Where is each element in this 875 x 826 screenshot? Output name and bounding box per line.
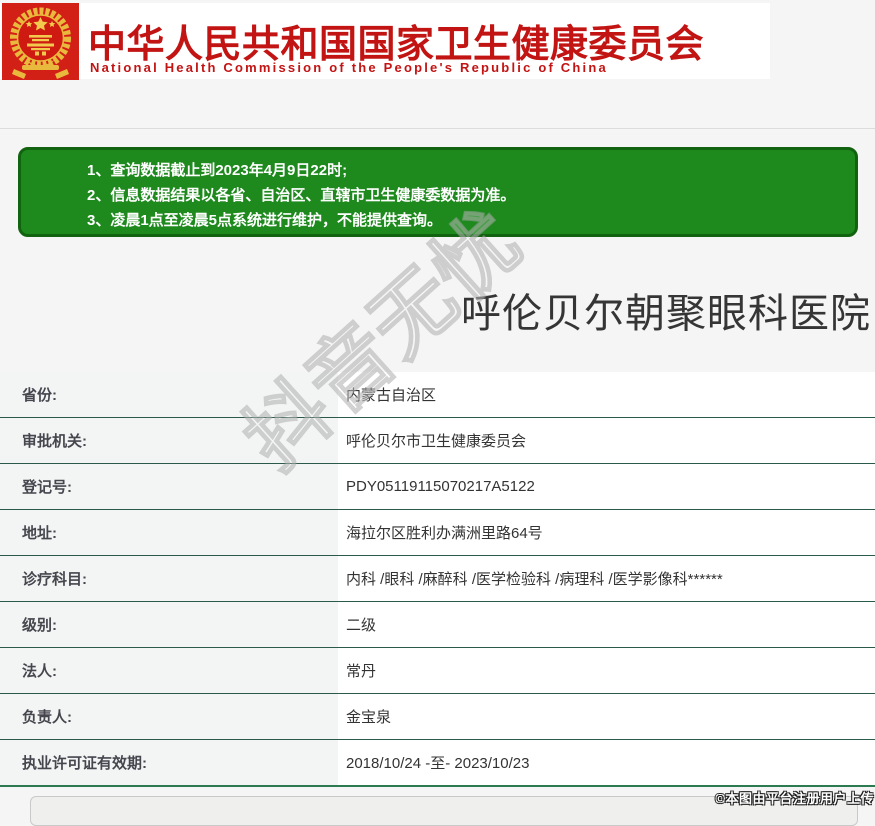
field-value: 内蒙古自治区: [338, 372, 875, 417]
field-label: 级别:: [0, 602, 338, 647]
field-label: 诊疗科目:: [0, 556, 338, 601]
table-row-treatment-subjects: 诊疗科目: 内科 /眼科 /麻醉科 /医学检验科 /病理科 /医学影像科****…: [0, 556, 875, 602]
field-value: 2018/10/24 -至- 2023/10/23: [338, 740, 875, 785]
table-row-person-in-charge: 负责人: 金宝泉: [0, 694, 875, 740]
notice-box: 1、查询数据截止到2023年4月9日22时; 2、信息数据结果以各省、自治区、直…: [18, 147, 858, 237]
field-label: 省份:: [0, 372, 338, 417]
field-label: 地址:: [0, 510, 338, 555]
field-value: 呼伦贝尔市卫生健康委员会: [338, 418, 875, 463]
china-national-emblem-icon: [2, 3, 79, 80]
field-label: 负责人:: [0, 694, 338, 739]
header-divider: [0, 128, 875, 129]
field-value: 海拉尔区胜利办满洲里路64号: [338, 510, 875, 555]
field-value: 内科 /眼科 /麻醉科 /医学检验科 /病理科 /医学影像科******: [338, 556, 875, 601]
notice-line-3: 3、凌晨1点至凌晨5点系统进行维护，不能提供查询。: [87, 212, 443, 229]
field-label: 审批机关:: [0, 418, 338, 463]
table-row-approval-authority: 审批机关: 呼伦贝尔市卫生健康委员会: [0, 418, 875, 464]
field-label: 登记号:: [0, 464, 338, 509]
table-row-legal-person: 法人: 常丹: [0, 648, 875, 694]
table-row-province: 省份: 内蒙古自治区: [0, 372, 875, 418]
hospital-details-table: 省份: 内蒙古自治区 审批机关: 呼伦贝尔市卫生健康委员会 登记号: PDY05…: [0, 372, 875, 787]
page: 中华人民共和国国家卫生健康委员会 National Health Commiss…: [0, 0, 875, 826]
site-header: 中华人民共和国国家卫生健康委员会 National Health Commiss…: [0, 3, 770, 80]
table-row-address: 地址: 海拉尔区胜利办满洲里路64号: [0, 510, 875, 556]
field-label: 法人:: [0, 648, 338, 693]
table-row-level: 级别: 二级: [0, 602, 875, 648]
field-value: 二级: [338, 602, 875, 647]
table-row-registration-number: 登记号: PDY05119115070217A5122: [0, 464, 875, 510]
notice-line-1: 1、查询数据截止到2023年4月9日22时;: [87, 162, 348, 179]
field-value: 金宝泉: [338, 694, 875, 739]
field-label: 执业许可证有效期:: [0, 740, 338, 785]
hospital-name-heading: 呼伦贝尔朝聚眼科医院: [461, 292, 871, 336]
field-value: 常丹: [338, 648, 875, 693]
copyright-stamp: ©本图由平台注册用户上传: [715, 791, 874, 806]
field-value: PDY05119115070217A5122: [338, 464, 875, 509]
notice-line-2: 2、信息数据结果以各省、自治区、直辖市卫生健康委数据为准。: [87, 187, 516, 204]
site-title-english: National Health Commission of the People…: [90, 60, 608, 75]
table-row-license-validity: 执业许可证有效期: 2018/10/24 -至- 2023/10/23: [0, 740, 875, 787]
